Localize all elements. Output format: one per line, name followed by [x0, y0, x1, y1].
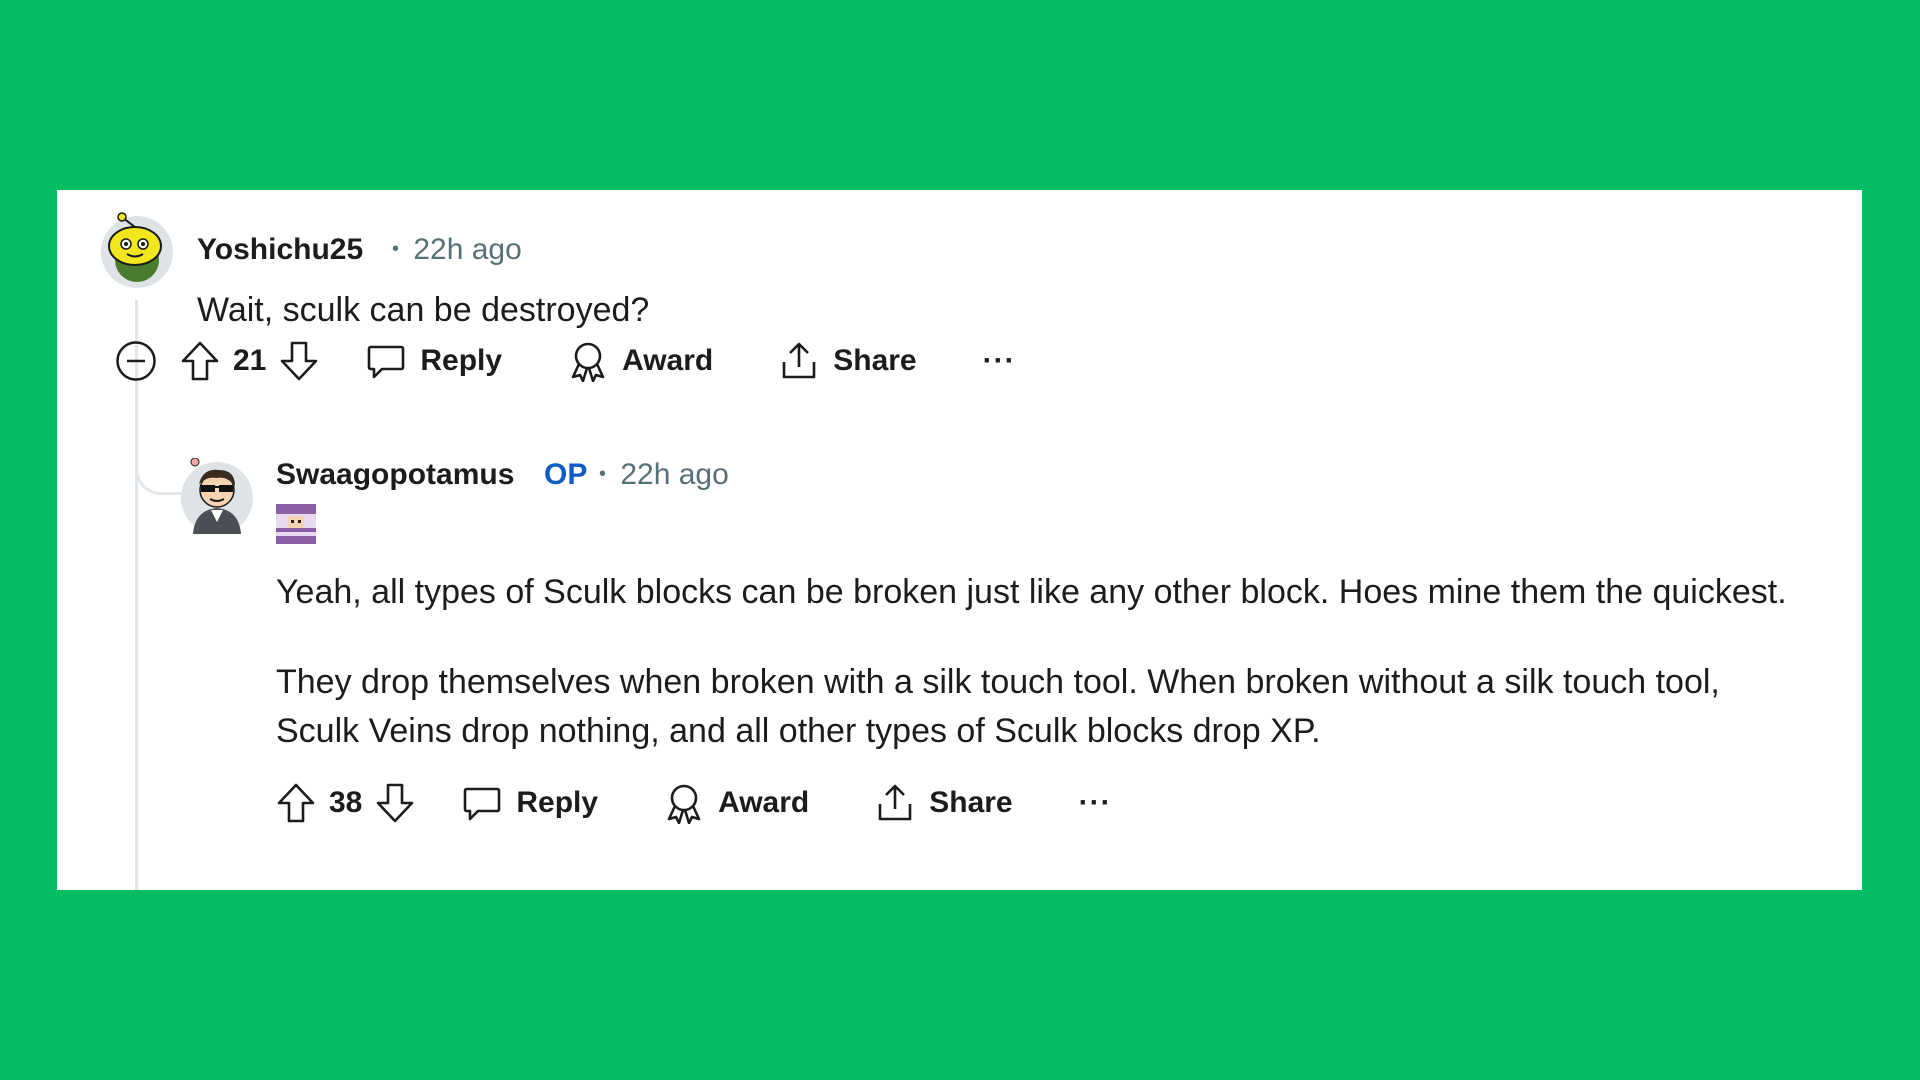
upvote-arrow-icon[interactable] — [275, 781, 317, 825]
comment-timestamp[interactable]: 22h ago — [413, 233, 521, 266]
upvote-arrow-icon[interactable] — [179, 339, 221, 383]
comment-timestamp[interactable]: 22h ago — [620, 458, 728, 491]
comment-meta: • 22h ago — [392, 233, 522, 267]
comment-meta: • 22h ago — [599, 458, 729, 492]
award-button[interactable]: Award — [568, 340, 713, 382]
reply-label: Reply — [420, 344, 503, 377]
comment-bubble-icon — [462, 783, 502, 823]
downvote-arrow-icon[interactable] — [278, 339, 320, 383]
user-flair-icon — [276, 504, 316, 544]
vote-score: 21 — [233, 344, 267, 377]
thread-line-main[interactable] — [135, 300, 138, 890]
avatar-yoshichu25[interactable] — [99, 212, 175, 288]
downvote-arrow-icon[interactable] — [374, 781, 416, 825]
meta-separator: • — [599, 463, 607, 485]
more-options-button[interactable]: ··· — [983, 344, 1016, 378]
vote-score: 38 — [329, 786, 363, 819]
share-button[interactable]: Share — [779, 340, 917, 382]
reply-button[interactable]: Reply — [366, 341, 502, 381]
share-upload-icon — [779, 340, 819, 382]
share-button[interactable]: Share — [875, 782, 1013, 824]
meta-separator: • — [392, 238, 400, 260]
comment-body: Wait, sculk can be destroyed? — [197, 286, 1797, 335]
comment-paragraph: They drop themselves when broken with a … — [276, 663, 1720, 750]
comment-bubble-icon — [366, 341, 406, 381]
award-ribbon-icon — [664, 782, 704, 824]
reply-button[interactable]: Reply — [462, 783, 598, 823]
collapse-thread-icon[interactable] — [115, 340, 157, 382]
comment-paragraph: Wait, sculk can be destroyed? — [197, 291, 650, 329]
comment-username[interactable]: Yoshichu25 — [197, 233, 363, 267]
comment-action-bar: 38 Reply Award Share ··· — [275, 778, 1112, 828]
award-label: Award — [718, 786, 810, 819]
comment-paragraph: Yeah, all types of Sculk blocks can be b… — [276, 573, 1787, 611]
award-button[interactable]: Award — [664, 782, 809, 824]
thread-branch-curve — [135, 460, 184, 495]
avatar-swaagopotamus[interactable] — [179, 458, 255, 534]
comment-action-bar: 21 Reply Award Share ··· — [115, 336, 1016, 386]
comment-username[interactable]: Swaagopotamus — [276, 458, 514, 492]
comment-body: Yeah, all types of Sculk blocks can be b… — [276, 568, 1796, 756]
share-label: Share — [833, 344, 917, 377]
share-upload-icon — [875, 782, 915, 824]
share-label: Share — [929, 786, 1013, 819]
more-options-button[interactable]: ··· — [1079, 786, 1112, 820]
comment-thread-card: Yoshichu25 • 22h ago Wait, sculk can be … — [57, 190, 1862, 890]
award-label: Award — [622, 344, 714, 377]
reply-label: Reply — [516, 786, 599, 819]
op-badge: OP — [544, 458, 588, 491]
award-ribbon-icon — [568, 340, 608, 382]
